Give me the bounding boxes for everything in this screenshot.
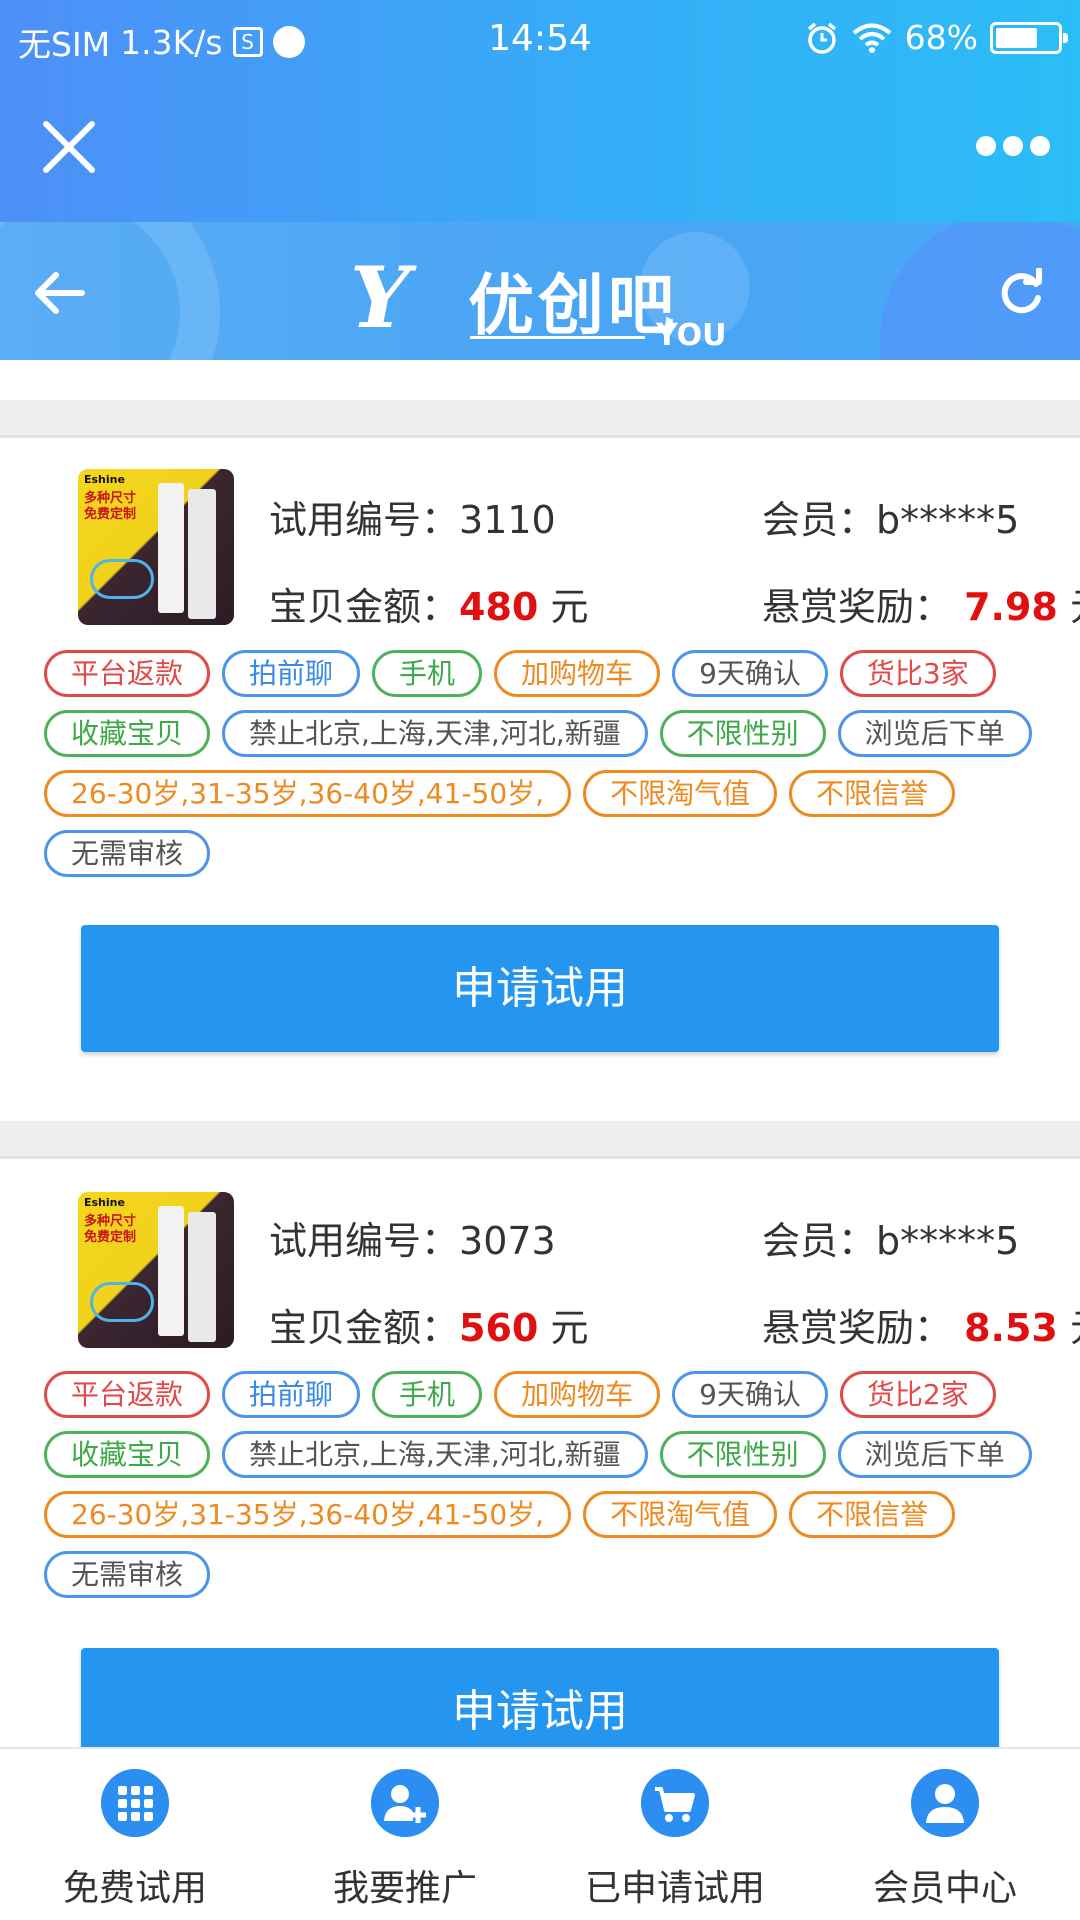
requirement-tag: 不限性别	[659, 1431, 826, 1478]
nav-item-promote[interactable]: 我要推广	[270, 1749, 540, 1920]
logo-subtext: YOU	[656, 318, 727, 353]
requirement-tag: 无需审核	[44, 1551, 211, 1598]
requirement-tag: 9天确认	[672, 1371, 828, 1418]
reward-value: 7.98	[964, 585, 1058, 629]
apply-trial-button[interactable]: 申请试用	[81, 925, 999, 1052]
battery-percent: 68%	[904, 18, 978, 57]
nav-item-member-center[interactable]: 会员中心	[810, 1749, 1080, 1920]
brand-banner: Y 优创吧 YOU	[0, 222, 1080, 360]
member-field: 会员：b*****5	[762, 498, 1020, 542]
nav-label: 会员中心	[872, 1868, 1017, 1909]
member-field: 会员：b*****5	[762, 1219, 1020, 1263]
requirement-tag: 不限信誉	[789, 770, 956, 817]
wifi-icon	[852, 23, 891, 53]
requirement-tag: 手机	[372, 1371, 483, 1418]
reward-value: 8.53	[964, 1306, 1058, 1350]
requirement-tag: 浏览后下单	[837, 710, 1032, 757]
battery-icon	[990, 21, 1068, 54]
requirement-tag: 26-30岁,31-35岁,36-40岁,41-50岁,	[44, 770, 572, 817]
status-bar: 无SIM 1.3K/s S 14:54 68%	[0, 0, 1080, 76]
bottom-nav: 免费试用 我要推广 已申请试用 会员中心	[0, 1747, 1080, 1920]
requirement-tag: 无需审核	[44, 830, 211, 877]
requirement-tag: 手机	[372, 650, 483, 697]
requirement-tag: 不限性别	[659, 710, 826, 757]
product-thumbnail[interactable]: Eshine 多种尺寸 免费定制	[78, 469, 234, 625]
requirement-tag: 平台返款	[44, 650, 211, 697]
requirement-tag: 货比2家	[839, 1371, 996, 1418]
trial-id-value: 3073	[459, 1219, 556, 1263]
add-user-icon	[371, 1769, 439, 1837]
cart-icon	[641, 1769, 709, 1837]
requirement-tag: 加购物车	[494, 1371, 661, 1418]
section-divider	[0, 1121, 1080, 1159]
amount-field: 宝贝金额：480 元	[269, 585, 589, 629]
requirement-tag: 收藏宝贝	[44, 710, 211, 757]
requirement-tag: 拍前聊	[222, 650, 361, 697]
reward-field: 悬赏奖励： 8.53 元	[762, 1306, 1080, 1350]
nav-label: 已申请试用	[584, 1868, 765, 1909]
nav-item-applied-trials[interactable]: 已申请试用	[540, 1749, 810, 1920]
requirement-tag: 26-30岁,31-35岁,36-40岁,41-50岁,	[44, 1491, 572, 1538]
logo-mark: Y	[350, 248, 410, 347]
requirement-tag: 禁止北京,上海,天津,河北,新疆	[222, 1431, 648, 1478]
amount-field: 宝贝金额：560 元	[269, 1306, 589, 1350]
requirement-tag: 9天确认	[672, 650, 828, 697]
reward-field: 悬赏奖励： 7.98 元	[762, 585, 1080, 629]
alarm-icon	[807, 22, 836, 54]
apply-trial-button[interactable]: 申请试用	[81, 1648, 999, 1747]
requirement-tag: 货比3家	[839, 650, 996, 697]
nav-label: 我要推广	[332, 1868, 477, 1909]
trial-card: Eshine 多种尺寸 免费定制 试用编号：3110 会员：b*****5 宝贝金…	[0, 441, 1080, 1121]
member-value: b*****5	[876, 498, 1020, 542]
requirement-tag: 拍前聊	[222, 1371, 361, 1418]
logo-text: 优创吧	[468, 267, 678, 344]
requirement-tag: 不限信誉	[789, 1491, 956, 1538]
grid-icon	[101, 1769, 169, 1837]
tag-list: 平台返款 拍前聊 手机 加购物车 9天确认 货比3家收藏宝贝 禁止北京,上海,天津,河北,新…	[44, 650, 1054, 877]
requirement-tag: 平台返款	[44, 1371, 211, 1418]
product-thumbnail[interactable]: Eshine 多种尺寸 免费定制	[78, 1192, 234, 1348]
member-value: b*****5	[876, 1219, 1020, 1263]
nav-label: 免费试用	[62, 1868, 207, 1909]
amount-value: 560	[459, 1306, 539, 1350]
nav-item-free-trial[interactable]: 免费试用	[0, 1749, 270, 1920]
trial-id-field: 试用编号：3073	[269, 1219, 556, 1263]
back-arrow-icon[interactable]	[32, 270, 86, 316]
section-divider	[0, 400, 1080, 438]
requirement-tag: 禁止北京,上海,天津,河北,新疆	[222, 710, 648, 757]
refresh-icon[interactable]	[996, 268, 1046, 318]
close-icon[interactable]	[38, 116, 100, 178]
requirement-tag: 加购物车	[494, 650, 661, 697]
requirement-tag: 不限淘气值	[583, 1491, 778, 1538]
brand-logo: Y 优创吧 YOU	[350, 240, 740, 353]
trial-id-field: 试用编号：3110	[269, 498, 556, 542]
requirement-tag: 不限淘气值	[583, 770, 778, 817]
trial-id-value: 3110	[459, 498, 556, 542]
app-header: 无SIM 1.3K/s S 14:54 68%	[0, 0, 1080, 222]
status-right: 68%	[805, 18, 1068, 57]
tag-list: 平台返款 拍前聊 手机 加购物车 9天确认 货比2家收藏宝贝 禁止北京,上海,天津,河北,新…	[44, 1371, 1054, 1598]
amount-value: 480	[459, 585, 539, 629]
requirement-tag: 浏览后下单	[837, 1431, 1032, 1478]
requirement-tag: 收藏宝贝	[44, 1431, 211, 1478]
more-icon[interactable]	[976, 136, 1050, 158]
trial-card: Eshine 多种尺寸 免费定制 试用编号：3073 会员：b*****5 宝贝金…	[0, 1162, 1080, 1747]
user-icon	[911, 1769, 979, 1837]
